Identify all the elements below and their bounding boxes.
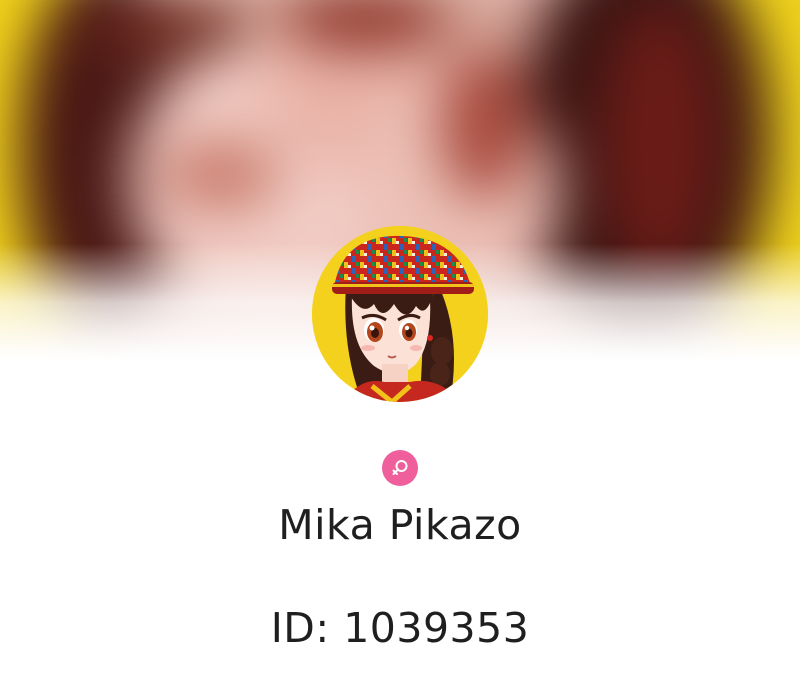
female-icon bbox=[392, 460, 408, 475]
avatar[interactable] bbox=[312, 226, 488, 402]
profile-page: Mika Pikazo ID: 1039353 bbox=[0, 0, 800, 681]
user-id: ID: 1039353 bbox=[270, 604, 530, 652]
avatar-image bbox=[312, 226, 488, 402]
user-name: Mika Pikazo bbox=[278, 501, 522, 549]
gender-badge bbox=[382, 450, 418, 486]
